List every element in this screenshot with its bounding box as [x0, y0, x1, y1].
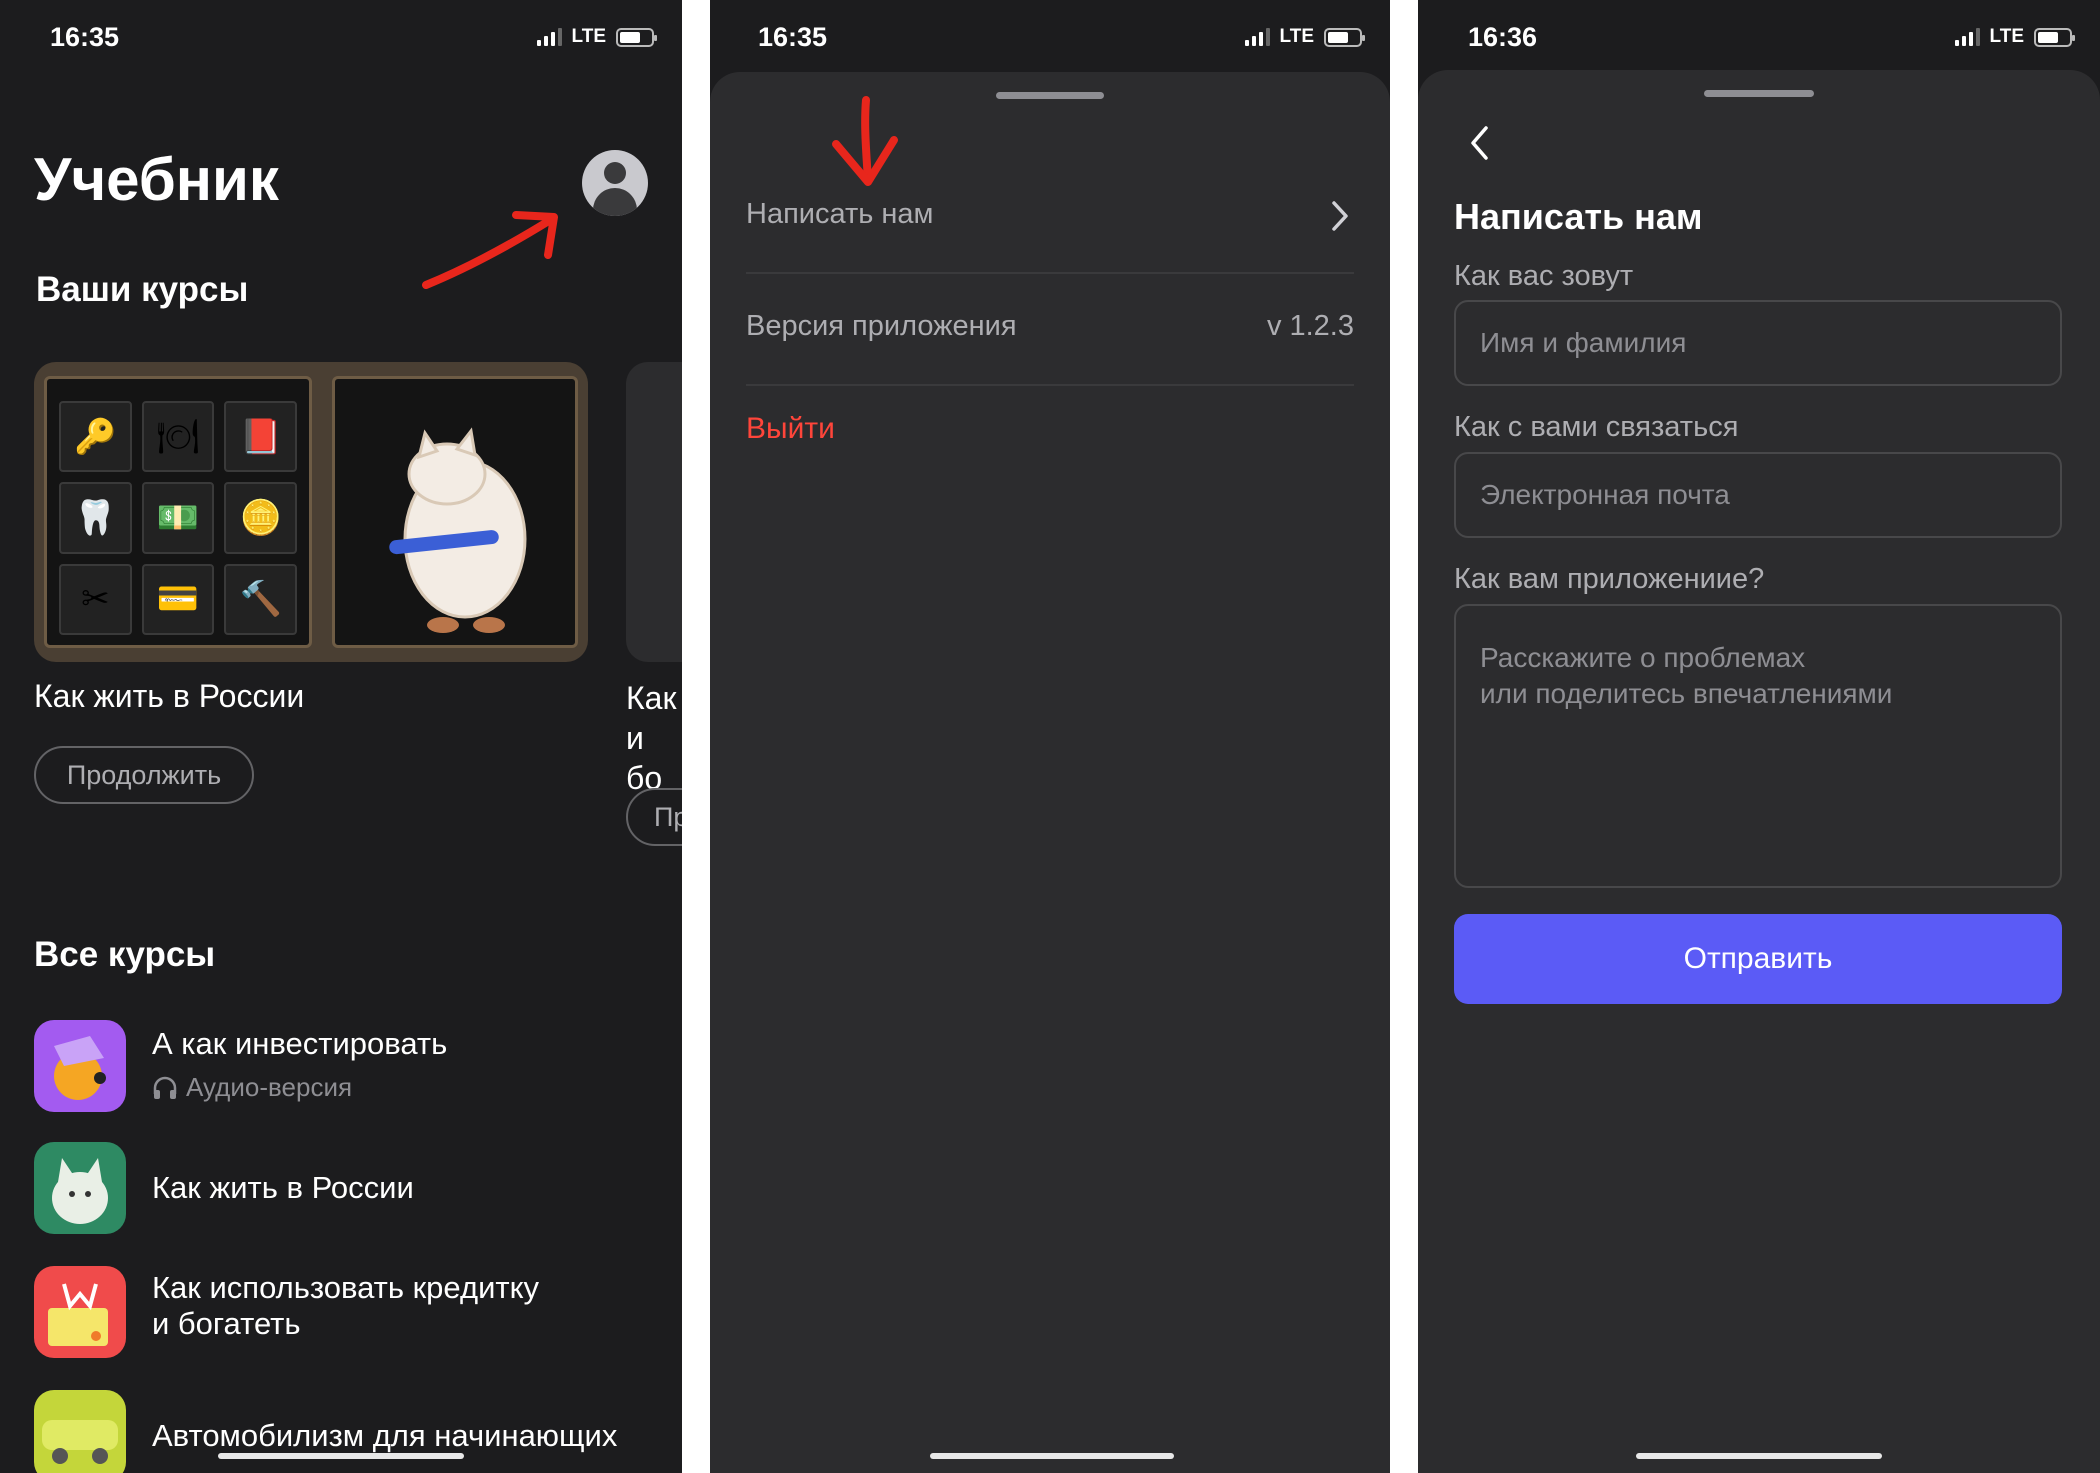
signal-icon [1954, 28, 1980, 46]
divider [746, 384, 1354, 386]
status-time: 16:35 [758, 22, 828, 52]
peek-course-name: Как и бо [626, 680, 677, 796]
key-icon: 🔑 [59, 401, 132, 473]
feedback-placeholder-line: Расскажите о проблемах [1480, 642, 1806, 673]
status-time: 16:35 [50, 22, 120, 52]
status-indicators: LTE [536, 26, 657, 48]
name-input[interactable]: Имя и фамилия [1454, 300, 2062, 386]
inventory-illustration: 🔑 🍽 📕 🦷 💵 🪙 ✂ 💳 🔨 [44, 376, 312, 648]
investing-icon [34, 1020, 126, 1112]
app-version-row: Версия приложения v 1.2.3 [746, 310, 1354, 360]
course-list-item[interactable]: Автомобилизм для начинающих [34, 1390, 674, 1473]
contact-label: Как с вами связаться [1454, 411, 1739, 443]
course-title: А как инвестировать [152, 1026, 448, 1061]
course-title: Как жить в России [152, 1170, 414, 1205]
cat-illustration [332, 376, 578, 648]
headphones-icon [153, 1076, 177, 1099]
back-chevron-icon[interactable] [1468, 124, 1492, 162]
plate-icon: 🍽 [141, 401, 215, 473]
money-icon: 💵 [141, 482, 215, 554]
network-label: LTE [571, 26, 606, 47]
featured-course-card[interactable]: 🔑 🍽 📕 🦷 💵 🪙 ✂ 💳 🔨 [34, 362, 588, 662]
submit-button[interactable]: Отправить [1454, 914, 2062, 1004]
annotation-arrow-icon [832, 96, 898, 186]
car-icon [34, 1390, 126, 1473]
battery-icon [616, 27, 657, 47]
status-indicators: LTE [1954, 26, 2075, 48]
home-indicator[interactable] [218, 1453, 464, 1459]
profile-menu-screen: 16:35 LTE Написать нам Версия приложения… [710, 0, 1390, 1473]
feedback-form-screen: 16:36 LTE Написать нам Как вас зовут Имя… [1418, 0, 2100, 1473]
page-title: Учебник [34, 146, 279, 213]
page-title: Написать нам [1454, 196, 1703, 237]
chevron-right-icon [1332, 201, 1348, 231]
sheet-grabber[interactable] [1704, 90, 1814, 97]
write-us-row[interactable]: Написать нам [746, 198, 1354, 248]
status-bar: 16:36 LTE [1418, 0, 2100, 70]
coin-icon: 🪙 [224, 482, 297, 554]
home-indicator[interactable] [930, 1453, 1174, 1459]
card-icon: 💳 [141, 563, 215, 635]
credit-card-icon [34, 1266, 126, 1358]
feedback-placeholder-line: или поделитесь впечатлениями [1480, 678, 1893, 709]
app-version-label: Версия приложения [746, 310, 1017, 342]
write-us-label: Написать нам [746, 198, 934, 230]
battery-icon [1324, 27, 1365, 47]
email-input[interactable]: Электронная почта [1454, 452, 2062, 538]
feedback-textarea[interactable]: Расскажите о проблемах или поделитесь вп… [1454, 604, 2062, 888]
scissors-icon: ✂ [59, 563, 132, 635]
home-indicator[interactable] [1636, 1453, 1882, 1459]
menu-sheet: Написать нам Версия приложения v 1.2.3 В… [710, 72, 1390, 1473]
profile-avatar-button[interactable] [582, 150, 648, 216]
courses-screen: 16:35 LTE Учебник Ваши курсы 🔑 🍽 📕 🦷 💵 🪙… [0, 0, 682, 1473]
app-version-value: v 1.2.3 [1266, 310, 1354, 342]
passport-icon: 📕 [224, 401, 297, 473]
network-label: LTE [1279, 26, 1314, 47]
next-course-card[interactable] [626, 362, 682, 662]
network-label: LTE [1989, 26, 2024, 47]
logout-button[interactable]: Выйти [746, 412, 835, 446]
tooth-icon: 🦷 [59, 482, 132, 554]
peek-continue-button[interactable]: Пр [626, 788, 682, 846]
course-list-item[interactable]: А как инвестировать Аудио-версия [34, 1020, 674, 1112]
battery-icon [2034, 27, 2075, 47]
course-title: Автомобилизм для начинающих [152, 1418, 618, 1453]
course-list-item[interactable]: Как использовать кредитку и богатеть [34, 1266, 674, 1358]
annotation-arrow-icon [422, 211, 558, 289]
email-placeholder: Электронная почта [1480, 479, 1730, 510]
signal-icon [1244, 28, 1270, 46]
status-time: 16:36 [1468, 22, 1538, 52]
name-placeholder: Имя и фамилия [1480, 327, 1687, 358]
your-courses-heading: Ваши курсы [36, 270, 249, 309]
all-courses-heading: Все курсы [34, 935, 216, 974]
divider [746, 272, 1354, 274]
status-bar: 16:35 LTE [710, 0, 1390, 70]
cat-icon [389, 427, 527, 633]
cat-icon [34, 1142, 126, 1234]
signal-icon [536, 28, 562, 46]
continue-button[interactable]: Продолжить [34, 746, 254, 804]
sheet-grabber[interactable] [996, 92, 1104, 99]
name-label: Как вас зовут [1454, 260, 1634, 292]
featured-course-name: Как жить в России [34, 678, 305, 714]
status-bar: 16:35 LTE [0, 0, 682, 70]
feedback-label: Как вам приложениие? [1454, 563, 1765, 595]
course-subtitle: Аудио-версия [152, 1072, 352, 1103]
status-indicators: LTE [1244, 26, 1365, 48]
hammer-icon: 🔨 [224, 563, 297, 635]
course-title: Как использовать кредитку и богатеть [152, 1270, 540, 1341]
course-list-item[interactable]: Как жить в России [34, 1142, 674, 1234]
